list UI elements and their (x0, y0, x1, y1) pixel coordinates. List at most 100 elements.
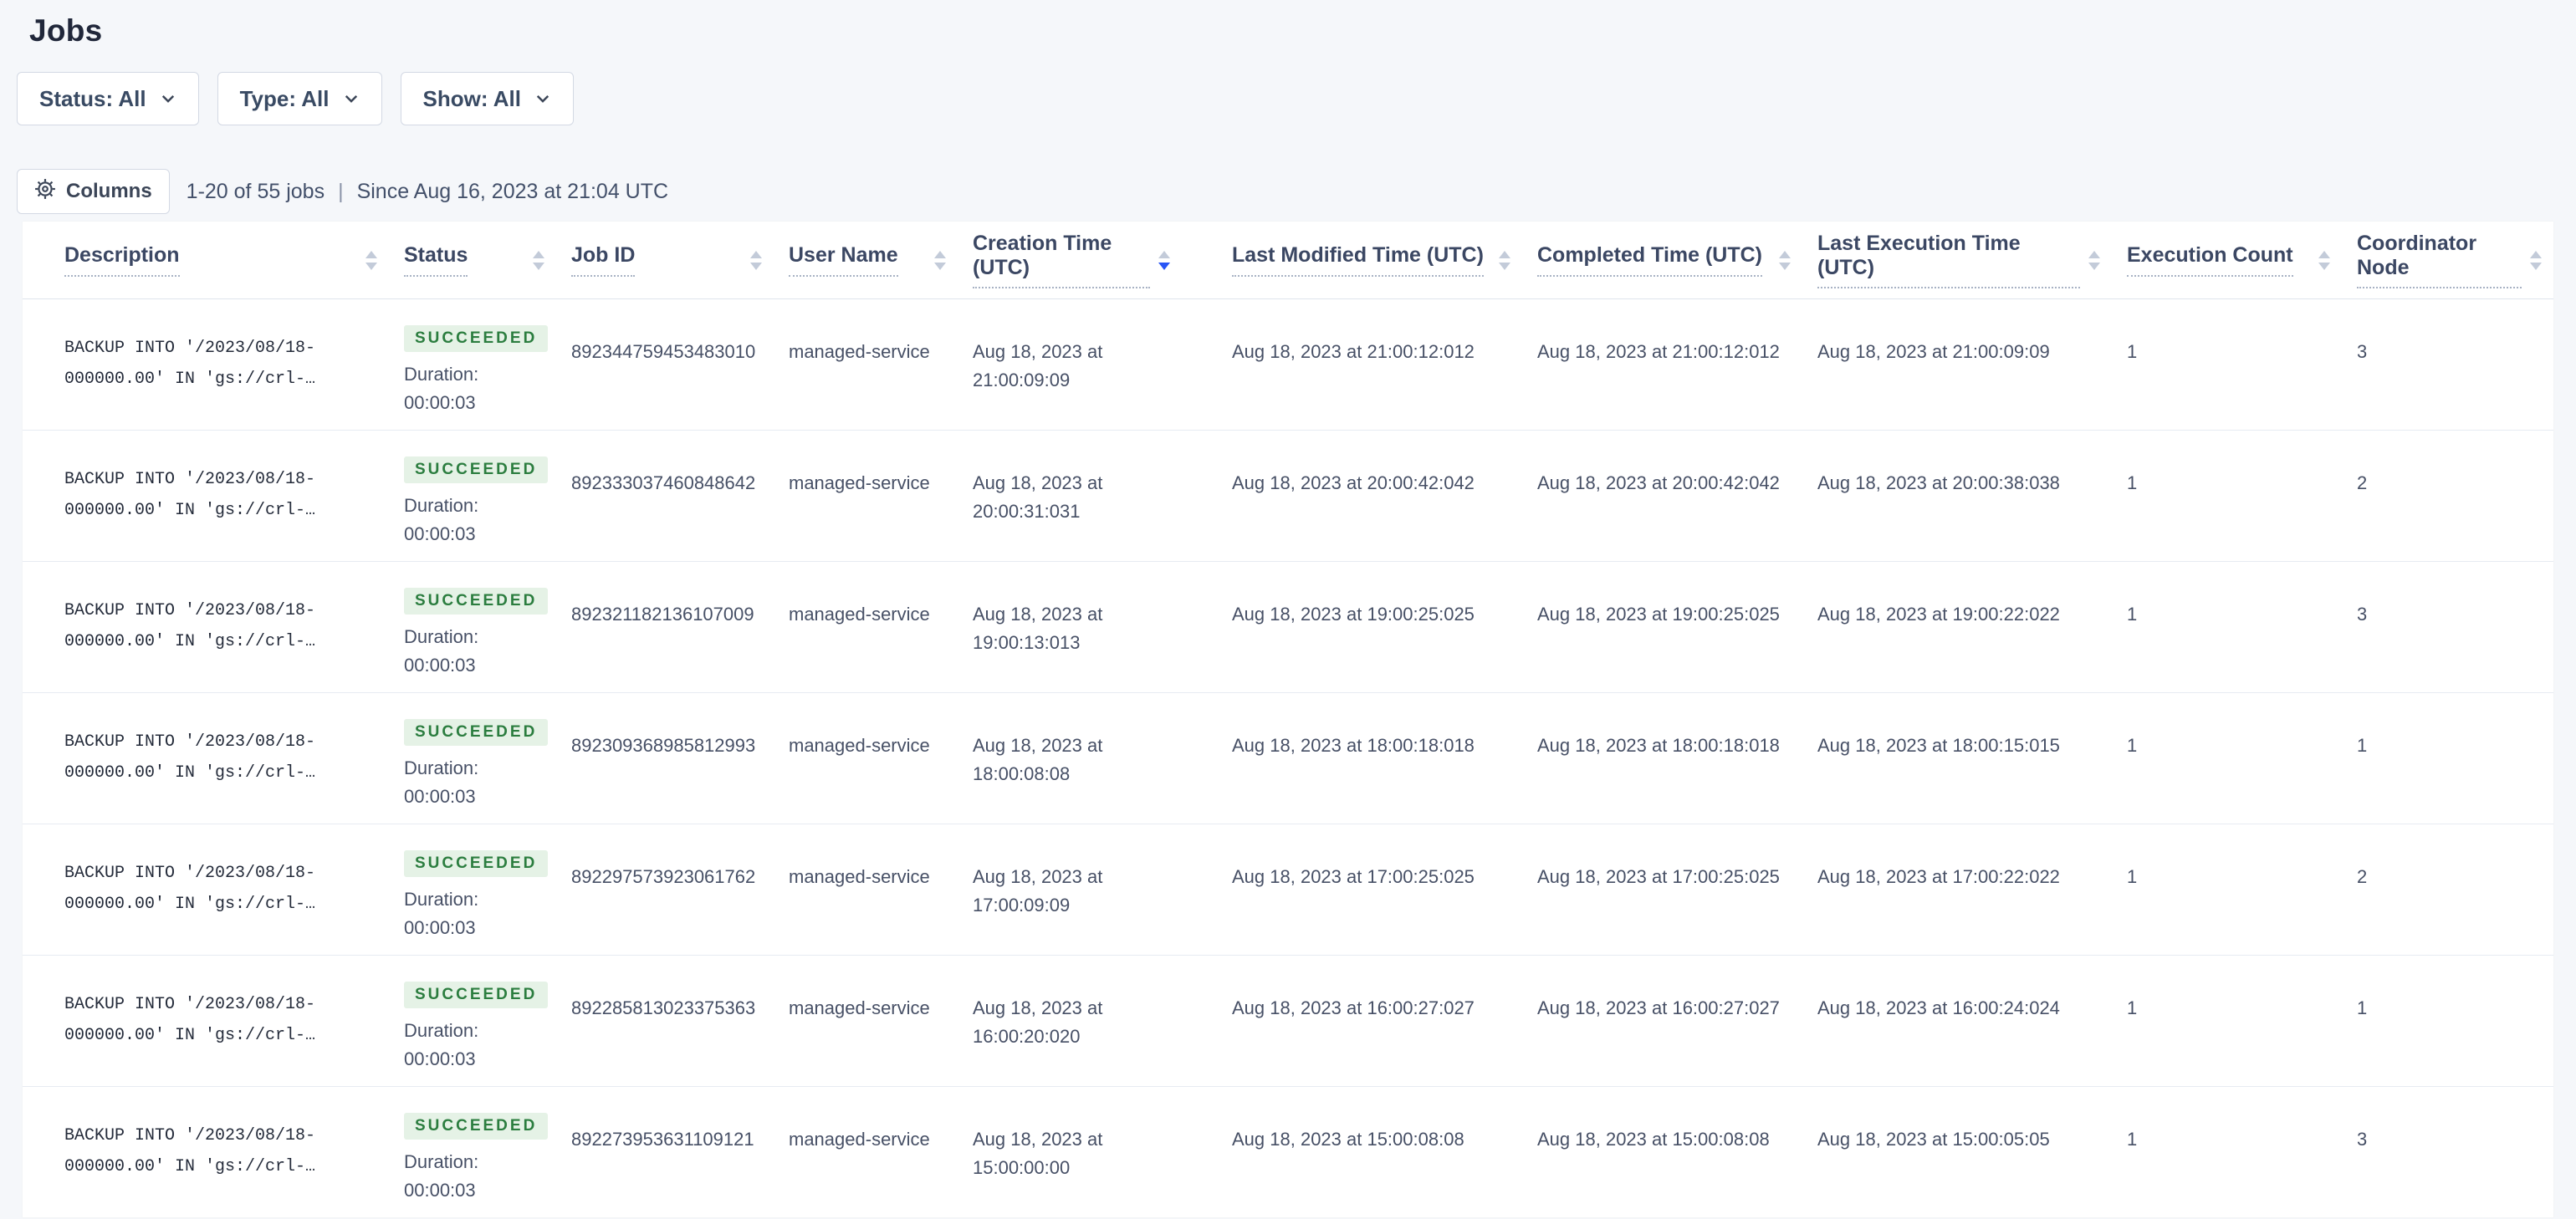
user-name-cell: managed-service (789, 735, 930, 756)
duration-value: 00:00:03 (404, 1180, 476, 1201)
sort-arrows-icon[interactable] (2530, 250, 2542, 270)
job-description-cell[interactable]: BACKUP INTO '/2023/08/18- 000000.00' IN … (23, 693, 389, 824)
completed-time-cell: Aug 18, 2023 at 18:00:18:018 (1537, 735, 1780, 756)
sort-arrows-icon[interactable] (2088, 250, 2100, 270)
table-row[interactable]: BACKUP INTO '/2023/08/18- 000000.00' IN … (23, 824, 2553, 956)
user-name-cell: managed-service (789, 997, 930, 1018)
sort-desc-icon[interactable] (1158, 262, 1170, 270)
creation-time-cell: Aug 18, 2023 at 16:00:20:020 (973, 997, 1103, 1047)
sort-arrows-icon[interactable] (750, 250, 762, 270)
execution-count-cell: 1 (2127, 472, 2138, 493)
last-execution-time-cell: Aug 18, 2023 at 20:00:38:038 (1817, 472, 2060, 493)
table-row[interactable]: BACKUP INTO '/2023/08/18- 000000.00' IN … (23, 693, 2553, 824)
table-body: BACKUP INTO '/2023/08/18- 000000.00' IN … (23, 299, 2553, 1217)
completed-time-cell: Aug 18, 2023 at 17:00:25:025 (1537, 866, 1780, 887)
jobs-table: Description Status Job ID User Name Crea… (23, 222, 2553, 1217)
table-row[interactable]: BACKUP INTO '/2023/08/18- 000000.00' IN … (23, 299, 2553, 431)
job-description-cell[interactable]: BACKUP INTO '/2023/08/18- 000000.00' IN … (23, 431, 389, 561)
sort-asc-icon[interactable] (2318, 250, 2330, 258)
last-modified-time-cell: Aug 18, 2023 at 19:00:25:025 (1232, 604, 1475, 625)
table-row[interactable]: BACKUP INTO '/2023/08/18- 000000.00' IN … (23, 956, 2553, 1087)
job-description-cell[interactable]: BACKUP INTO '/2023/08/18- 000000.00' IN … (23, 299, 389, 430)
completed-time-cell: Aug 18, 2023 at 21:00:12:012 (1537, 341, 1780, 362)
sort-asc-icon[interactable] (365, 250, 377, 258)
column-header-completed-time-utc[interactable]: Completed Time (UTC) (1522, 222, 1802, 298)
column-header-creation-time-utc[interactable]: Creation Time (UTC) (958, 222, 1217, 298)
last-modified-time-cell: Aug 18, 2023 at 17:00:25:025 (1232, 866, 1475, 887)
column-header-last-execution-time-utc[interactable]: Last Execution Time (UTC) (1802, 222, 2112, 298)
last-modified-time-cell: Aug 18, 2023 at 16:00:27:027 (1232, 997, 1475, 1018)
column-header-execution-count[interactable]: Execution Count (2112, 222, 2342, 298)
duration-label: Duration: (404, 1020, 479, 1041)
job-id-cell: 892285813023375363 (571, 997, 756, 1018)
sort-asc-icon[interactable] (1158, 250, 1170, 258)
creation-time-cell: Aug 18, 2023 at 21:00:09:09 (973, 341, 1103, 390)
column-header-description[interactable]: Description (23, 222, 389, 298)
execution-count-cell: 1 (2127, 866, 2138, 887)
status-filter-label: Status: All (39, 85, 146, 111)
column-header-coordinator-node[interactable]: Coordinator Node (2342, 222, 2553, 298)
sort-arrows-icon[interactable] (934, 250, 946, 270)
completed-time-cell: Aug 18, 2023 at 15:00:08:08 (1537, 1129, 1770, 1150)
column-header-status[interactable]: Status (389, 222, 556, 298)
columns-button[interactable]: Columns (17, 169, 170, 214)
execution-count-cell: 1 (2127, 735, 2138, 756)
gear-icon (34, 178, 56, 206)
last-execution-time-cell: Aug 18, 2023 at 15:00:05:05 (1817, 1129, 2050, 1150)
sort-desc-icon[interactable] (533, 262, 544, 270)
coordinator-node-cell: 3 (2357, 1129, 2368, 1150)
sort-arrows-icon[interactable] (1158, 250, 1170, 270)
table-row[interactable]: BACKUP INTO '/2023/08/18- 000000.00' IN … (23, 562, 2553, 693)
job-description-cell[interactable]: BACKUP INTO '/2023/08/18- 000000.00' IN … (23, 1087, 389, 1217)
status-badge: SUCCEEDED (404, 588, 549, 615)
sort-asc-icon[interactable] (2088, 250, 2100, 258)
creation-time-cell: Aug 18, 2023 at 18:00:08:08 (973, 735, 1103, 784)
status-badge: SUCCEEDED (404, 719, 549, 746)
duration-label: Duration: (404, 495, 479, 516)
column-header-job-id[interactable]: Job ID (556, 222, 774, 298)
sort-desc-icon[interactable] (1499, 262, 1510, 270)
job-description-cell[interactable]: BACKUP INTO '/2023/08/18- 000000.00' IN … (23, 956, 389, 1086)
duration-value: 00:00:03 (404, 1048, 476, 1069)
sort-arrows-icon[interactable] (2318, 250, 2330, 270)
sort-desc-icon[interactable] (2088, 262, 2100, 270)
sort-asc-icon[interactable] (1499, 250, 1510, 258)
summary-separator: | (338, 179, 344, 203)
sort-asc-icon[interactable] (750, 250, 762, 258)
duration-value: 00:00:03 (404, 655, 476, 676)
table-row[interactable]: BACKUP INTO '/2023/08/18- 000000.00' IN … (23, 1087, 2553, 1217)
sort-asc-icon[interactable] (1779, 250, 1791, 258)
duration-label: Duration: (404, 626, 479, 647)
status-filter-dropdown[interactable]: Status: All (17, 72, 199, 125)
column-header-user-name[interactable]: User Name (774, 222, 958, 298)
sort-arrows-icon[interactable] (365, 250, 377, 270)
sort-asc-icon[interactable] (934, 250, 946, 258)
sort-desc-icon[interactable] (934, 262, 946, 270)
table-row[interactable]: BACKUP INTO '/2023/08/18- 000000.00' IN … (23, 431, 2553, 562)
job-description-cell[interactable]: BACKUP INTO '/2023/08/18- 000000.00' IN … (23, 562, 389, 692)
job-id-cell: 892333037460848642 (571, 472, 756, 493)
chevron-down-icon (534, 90, 551, 107)
column-header-last-modified-time-utc[interactable]: Last Modified Time (UTC) (1217, 222, 1522, 298)
creation-time-cell: Aug 18, 2023 at 17:00:09:09 (973, 866, 1103, 916)
status-badge: SUCCEEDED (404, 982, 549, 1008)
job-description-cell[interactable]: BACKUP INTO '/2023/08/18- 000000.00' IN … (23, 824, 389, 955)
sort-arrows-icon[interactable] (533, 250, 544, 270)
sort-desc-icon[interactable] (2318, 262, 2330, 270)
type-filter-dropdown[interactable]: Type: All (217, 72, 382, 125)
show-filter-dropdown[interactable]: Show: All (400, 72, 574, 125)
show-filter-label: Show: All (422, 85, 521, 111)
chevron-down-icon (343, 90, 360, 107)
user-name-cell: managed-service (789, 341, 930, 362)
sort-asc-icon[interactable] (2530, 250, 2542, 258)
sort-desc-icon[interactable] (1779, 262, 1791, 270)
sort-arrows-icon[interactable] (1779, 250, 1791, 270)
user-name-cell: managed-service (789, 1129, 930, 1150)
sort-asc-icon[interactable] (533, 250, 544, 258)
sort-desc-icon[interactable] (2530, 262, 2542, 270)
sort-desc-icon[interactable] (750, 262, 762, 270)
sort-desc-icon[interactable] (365, 262, 377, 270)
sort-arrows-icon[interactable] (1499, 250, 1510, 270)
status-badge: SUCCEEDED (404, 325, 549, 352)
creation-time-cell: Aug 18, 2023 at 20:00:31:031 (973, 472, 1103, 522)
